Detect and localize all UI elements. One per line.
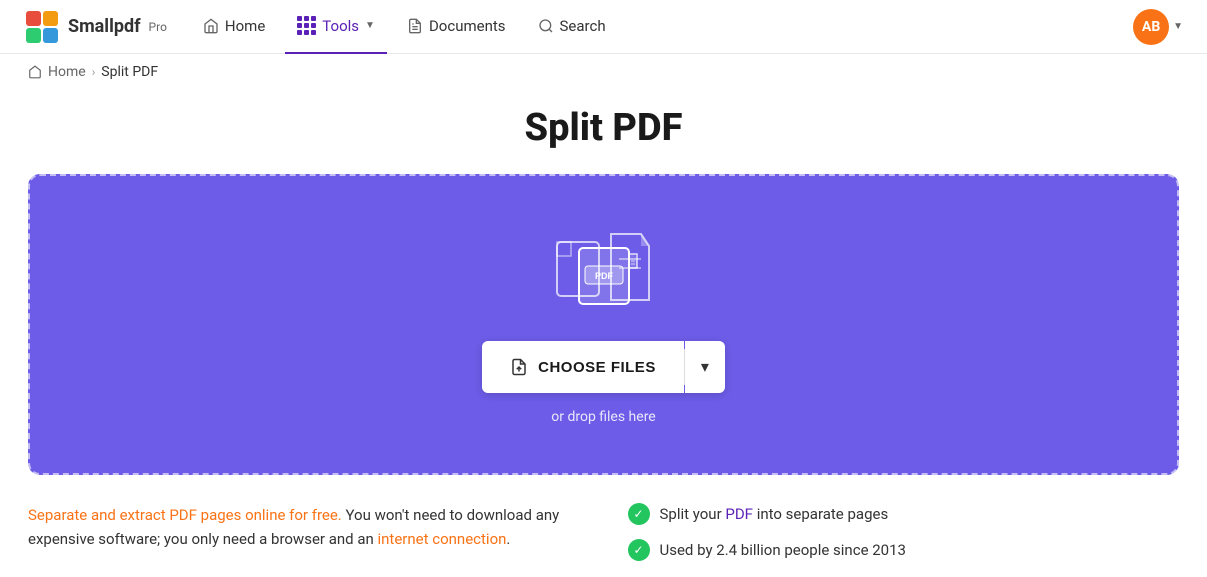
breadcrumb: Home › Split PDF bbox=[0, 54, 1207, 90]
description-highlight: Separate and extract PDF pages online fo… bbox=[28, 506, 342, 524]
documents-icon bbox=[407, 18, 423, 34]
svg-text:PDF: PDF bbox=[595, 271, 614, 281]
pdf-icon-group: PDF bbox=[549, 224, 659, 313]
nav-search-label: Search bbox=[560, 17, 606, 35]
breadcrumb-home-icon bbox=[28, 65, 42, 79]
pdf-files-icon: PDF bbox=[549, 224, 659, 309]
avatar-chevron-icon: ▼ bbox=[1173, 21, 1183, 32]
logo-pro: Pro bbox=[149, 20, 167, 34]
user-menu[interactable]: AB ▼ bbox=[1133, 9, 1183, 45]
breadcrumb-home-link[interactable]: Home bbox=[48, 64, 86, 80]
chevron-down-icon: ▾ bbox=[701, 357, 709, 377]
choose-files-dropdown-button[interactable]: ▾ bbox=[685, 341, 725, 393]
check-icon-2: ✓ bbox=[628, 539, 650, 561]
nav-tools[interactable]: Tools ▼ bbox=[285, 0, 387, 54]
description-period: . bbox=[506, 530, 510, 548]
file-upload-icon bbox=[510, 357, 528, 377]
breadcrumb-current: Split PDF bbox=[101, 64, 158, 80]
page-title: Split PDF bbox=[0, 106, 1207, 150]
nav-tools-label: Tools bbox=[322, 17, 359, 35]
feature-item-2: ✓ Used by 2.4 billion people since 2013 bbox=[628, 539, 1180, 561]
choose-files-label: CHOOSE FILES bbox=[538, 359, 656, 376]
drop-zone[interactable]: PDF CHOOSE FILES ▾ or drop files here bbox=[28, 174, 1179, 475]
bottom-section: Separate and extract PDF pages online fo… bbox=[0, 475, 1207, 561]
nav-home-label: Home bbox=[225, 17, 265, 35]
breadcrumb-separator: › bbox=[92, 65, 96, 79]
nav-documents-label: Documents bbox=[429, 17, 506, 35]
avatar[interactable]: AB bbox=[1133, 9, 1169, 45]
feature-item-1: ✓ Split your PDF into separate pages bbox=[628, 503, 1180, 525]
description-text: Separate and extract PDF pages online fo… bbox=[28, 503, 580, 551]
search-icon bbox=[538, 18, 554, 34]
check-icon-1: ✓ bbox=[628, 503, 650, 525]
features-list: ✓ Split your PDF into separate pages ✓ U… bbox=[628, 503, 1180, 561]
drop-hint: or drop files here bbox=[551, 409, 655, 425]
feature-text-1: Split your PDF into separate pages bbox=[660, 505, 889, 523]
logo[interactable]: Smallpdf Pro bbox=[24, 9, 167, 45]
description-paragraph: Separate and extract PDF pages online fo… bbox=[28, 503, 580, 551]
pdf-link-1[interactable]: PDF bbox=[725, 505, 753, 523]
logo-text: Smallpdf bbox=[68, 16, 141, 37]
home-icon bbox=[203, 18, 219, 34]
feature-text-2: Used by 2.4 billion people since 2013 bbox=[660, 541, 906, 559]
nav-search[interactable]: Search bbox=[526, 0, 618, 54]
page-title-area: Split PDF bbox=[0, 90, 1207, 174]
tools-chevron-icon: ▼ bbox=[365, 20, 375, 31]
logo-icon bbox=[24, 9, 60, 45]
nav-home[interactable]: Home bbox=[191, 0, 277, 54]
choose-files-row: CHOOSE FILES ▾ bbox=[482, 341, 725, 393]
grid-icon bbox=[297, 16, 316, 35]
nav-documents[interactable]: Documents bbox=[395, 0, 518, 54]
choose-files-button[interactable]: CHOOSE FILES bbox=[482, 341, 684, 393]
internet-connection-link[interactable]: internet connection bbox=[378, 530, 507, 548]
navbar: Smallpdf Pro Home Tools ▼ bbox=[0, 0, 1207, 54]
